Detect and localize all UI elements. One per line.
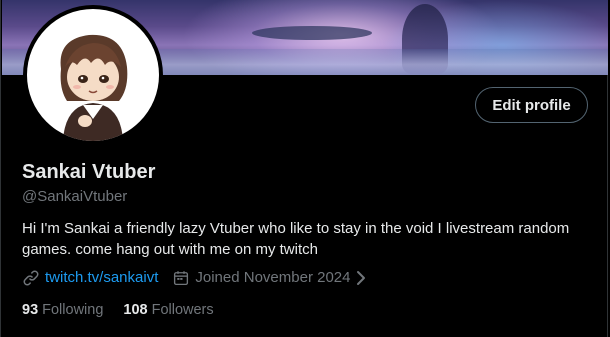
bio: Hi I'm Sankai a friendly lazy Vtuber who…: [22, 220, 570, 258]
banner-island: [252, 26, 372, 40]
avatar-image: [27, 9, 159, 141]
follow-stats: 93 Following 108 Followers: [22, 300, 234, 320]
avatar-illustration: [60, 34, 128, 141]
following-link[interactable]: 93 Following: [22, 300, 103, 320]
followers-count: 108: [123, 302, 148, 318]
followers-link[interactable]: 108 Followers: [123, 300, 213, 320]
following-count: 93: [22, 302, 39, 318]
link-icon: [22, 269, 40, 287]
following-label: Following: [42, 302, 104, 318]
website-link[interactable]: twitch.tv/sankaivt: [45, 268, 158, 288]
joined-date[interactable]: Joined November 2024: [195, 268, 350, 288]
edit-profile-button[interactable]: Edit profile: [475, 87, 588, 123]
calendar-icon: [172, 269, 190, 287]
profile-meta: twitch.tv/sankaivt Joined November 2024: [22, 268, 367, 288]
profile-panel: Edit profile Sankai Vtuber @SankaiVtuber…: [0, 0, 608, 337]
avatar[interactable]: [23, 5, 163, 145]
display-name: Sankai Vtuber: [22, 161, 156, 183]
chevron-right-icon[interactable]: [355, 269, 367, 287]
followers-label: Followers: [151, 302, 214, 318]
handle: @SankaiVtuber: [22, 188, 128, 205]
